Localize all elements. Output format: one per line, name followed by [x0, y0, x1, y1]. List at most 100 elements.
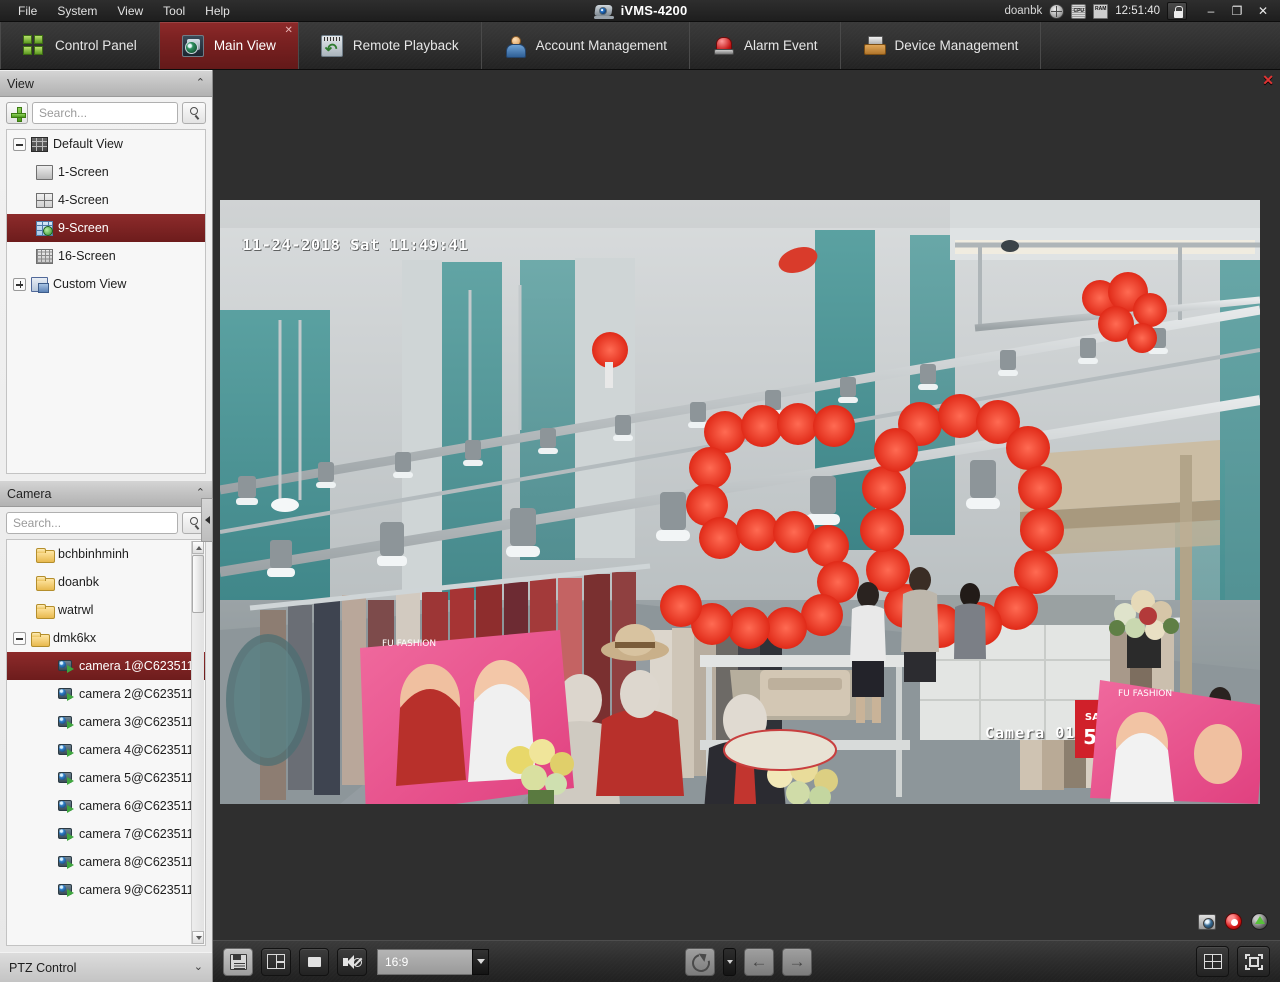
ptz-control-icon[interactable] [1251, 913, 1268, 930]
tree-item-label: Default View [53, 137, 123, 151]
tree-item-4-screen[interactable]: 4-Screen [7, 186, 205, 214]
tab-remote-playback[interactable]: Remote Playback [299, 22, 482, 69]
collapse-toggle-icon[interactable] [13, 137, 26, 151]
tree-item-label: camera 3@C623511... [79, 715, 205, 729]
camera-search-input-wrap[interactable] [6, 512, 178, 534]
close-button[interactable]: ✕ [1250, 1, 1276, 21]
cpu-icon[interactable]: CPU [1071, 3, 1087, 19]
tab-account-management[interactable]: Account Management [482, 22, 690, 69]
tree-item-dmk6kx[interactable]: dmk6kx [7, 624, 205, 652]
magnifier-icon [190, 517, 198, 525]
tree-item-camera-7[interactable]: camera 7@C623511... [7, 820, 205, 848]
chevron-up-icon[interactable]: ⌃ [196, 78, 205, 89]
camera-panel-header[interactable]: Camera ⌃ [0, 480, 212, 507]
camera-icon [57, 799, 74, 813]
collapse-toggle-icon[interactable] [13, 631, 26, 645]
camera-logo-icon [593, 3, 615, 19]
recording-indicator-icon[interactable] [1225, 913, 1242, 930]
tree-item-label: camera 9@C623511... [79, 883, 205, 897]
next-page-button[interactable]: → [782, 947, 812, 976]
scrollbar-thumb[interactable] [192, 555, 204, 613]
custom-layout-button[interactable] [261, 947, 291, 976]
aspect-ratio-select[interactable]: 16:9 [377, 948, 489, 975]
tree-item-bchbinhminh[interactable]: bchbinhminh [7, 540, 205, 568]
sidebar-collapse-handle[interactable] [201, 498, 213, 542]
tree-item-default-view[interactable]: Default View [7, 130, 205, 158]
tree-item-camera-2[interactable]: camera 2@C623511... [7, 680, 205, 708]
auto-switch-dropdown[interactable] [723, 947, 736, 976]
tree-item-camera-3[interactable]: camera 3@C623511... [7, 708, 205, 736]
menu-system[interactable]: System [47, 1, 107, 21]
screen-9-icon [36, 220, 53, 236]
view-panel-header[interactable]: View ⌃ [0, 70, 212, 97]
tab-device-management[interactable]: Device Management [841, 22, 1042, 69]
tab-control-panel[interactable]: Control Panel [0, 22, 160, 69]
tree-item-camera-8[interactable]: camera 8@C623511... [7, 848, 205, 876]
bottom-toolbar: 16:9 ← → [213, 940, 1280, 982]
expand-toggle-icon[interactable] [13, 277, 26, 291]
account-management-icon [504, 35, 526, 58]
tree-item-camera-1[interactable]: camera 1@C623511... [7, 652, 205, 680]
window-division-button[interactable] [1196, 946, 1229, 977]
camera-tree[interactable]: bchbinhminh doanbk watrwl dmk6kx camera … [6, 539, 206, 946]
capture-picture-icon[interactable] [1198, 913, 1216, 930]
folder-icon [31, 631, 50, 647]
full-screen-button[interactable] [1237, 946, 1270, 977]
menu-file[interactable]: File [8, 1, 47, 21]
title-bar-right: doanbk CPU RAM 12:51:40 – ❐ ✕ [1005, 0, 1280, 22]
lock-icon[interactable] [1167, 2, 1187, 20]
stop-all-live-view-button[interactable] [299, 947, 329, 976]
stop-icon [307, 956, 321, 967]
camera-search-input[interactable] [13, 516, 171, 530]
svg-text:FU FASHION: FU FASHION [382, 639, 436, 649]
camera-tree-scrollbar[interactable] [191, 541, 204, 944]
tree-item-1-screen[interactable]: 1-Screen [7, 158, 205, 186]
minimize-button[interactable]: – [1198, 1, 1224, 21]
tab-alarm-event[interactable]: Alarm Event [690, 22, 841, 69]
camera-icon [57, 743, 74, 757]
menu-view[interactable]: View [107, 1, 153, 21]
tree-item-16-screen[interactable]: 16-Screen [7, 242, 205, 270]
tree-item-camera-5[interactable]: camera 5@C623511... [7, 764, 205, 792]
tree-item-label: camera 4@C623511... [79, 743, 205, 757]
previous-page-button[interactable]: ← [744, 947, 774, 976]
scroll-up-arrow-icon[interactable] [192, 541, 204, 554]
view-search-input[interactable] [39, 106, 171, 120]
tree-item-9-screen[interactable]: 9-Screen [7, 214, 205, 242]
auto-switch-button[interactable] [685, 947, 715, 976]
view-tree[interactable]: Default View 1-Screen 4-Screen 9-Screen [6, 129, 206, 474]
restore-button[interactable]: ❐ [1224, 1, 1250, 21]
ram-icon[interactable]: RAM [1093, 3, 1109, 19]
ptz-control-panel-header[interactable]: PTZ Control ⌄ [0, 952, 212, 982]
full-screen-icon [1244, 953, 1263, 970]
view-search-button[interactable] [182, 102, 206, 124]
mute-audio-button[interactable] [337, 947, 367, 976]
view-search-input-wrap[interactable] [32, 102, 178, 124]
scroll-down-arrow-icon[interactable] [192, 931, 204, 944]
tree-item-camera-9[interactable]: camera 9@C623511... [7, 876, 205, 904]
tab-close-icon[interactable]: ✕ [284, 25, 292, 36]
video-status-icons [1198, 913, 1268, 930]
screen-1-icon [36, 164, 53, 180]
close-view-icon[interactable]: ✕ [1262, 73, 1274, 87]
plus-icon[interactable] [6, 102, 28, 124]
video-osd-camera-name: Camera 01 [985, 724, 1076, 742]
menu-help[interactable]: Help [195, 1, 240, 21]
camera-search-row [0, 507, 212, 539]
tree-item-watrwl[interactable]: watrwl [7, 596, 205, 624]
tree-item-camera-4[interactable]: camera 4@C623511... [7, 736, 205, 764]
camera-icon [57, 659, 74, 673]
arrow-left-icon: ← [750, 952, 768, 971]
chevron-down-icon[interactable]: ⌄ [194, 962, 203, 973]
ram-label: RAM [1095, 5, 1107, 12]
tree-item-doanbk[interactable]: doanbk [7, 568, 205, 596]
tree-item-custom-view[interactable]: Custom View [7, 270, 205, 298]
tab-main-view[interactable]: Main View ✕ [159, 22, 299, 69]
tree-item-camera-6[interactable]: camera 6@C623511... [7, 792, 205, 820]
folder-icon [36, 575, 55, 591]
menu-tool[interactable]: Tool [153, 1, 195, 21]
capture-snapshot-button[interactable] [223, 947, 253, 976]
globe-icon[interactable] [1049, 3, 1065, 19]
chevron-down-icon[interactable] [472, 948, 489, 975]
video-window-camera-01[interactable]: SALE 50 % [220, 200, 1260, 804]
